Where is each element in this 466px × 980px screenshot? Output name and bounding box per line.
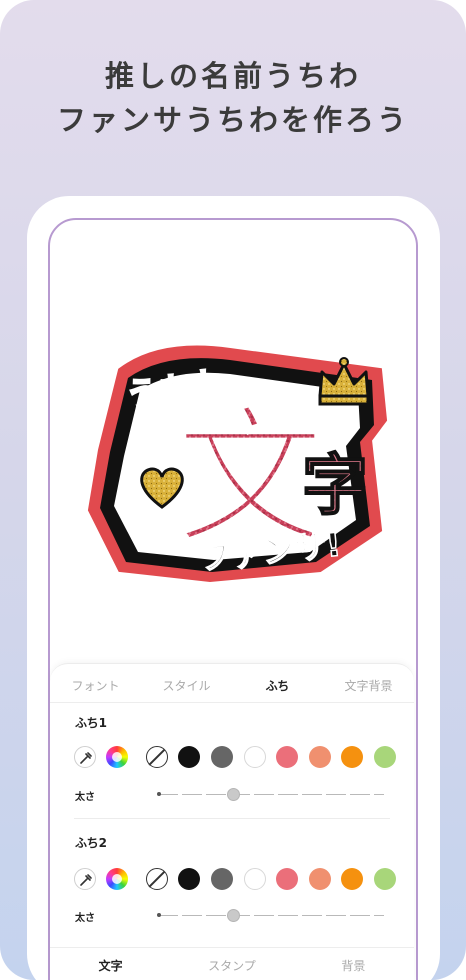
- swatch-white[interactable]: [244, 868, 266, 890]
- slider-thumb[interactable]: [227, 909, 240, 922]
- swatch-lime[interactable]: [374, 868, 396, 890]
- swatch-gray[interactable]: [211, 746, 233, 768]
- border1-size-slider[interactable]: [157, 788, 384, 802]
- tab-border[interactable]: ふち: [232, 664, 323, 706]
- nav-background[interactable]: 背景: [293, 948, 414, 980]
- edit-panel: フォント スタイル ふち 文字背景 ふち1 太さ ふち2 太さ 文字 スタンプ …: [50, 663, 414, 980]
- tabs-divider: [50, 702, 414, 703]
- color-wheel-icon[interactable]: [106, 868, 128, 890]
- swatch-orange[interactable]: [341, 868, 363, 890]
- headline-line-2: ファンサうちわを作ろう: [56, 103, 409, 137]
- border2-size-slider[interactable]: [157, 909, 384, 923]
- swatch-white[interactable]: [244, 746, 266, 768]
- swatch-orange[interactable]: [341, 746, 363, 768]
- headline-line-1: 推しの名前うちわ: [104, 59, 361, 93]
- color-wheel-icon[interactable]: [106, 746, 128, 768]
- swatch-pink[interactable]: [276, 746, 298, 768]
- uchiwa-preview[interactable]: うちわ 文 字 ファンサ!: [80, 330, 400, 610]
- border2-swatches: [74, 868, 404, 894]
- tab-style[interactable]: スタイル: [141, 664, 232, 706]
- swatch-none[interactable]: [146, 868, 168, 890]
- border2-size-label: 太さ: [75, 913, 95, 924]
- swatch-black[interactable]: [178, 746, 200, 768]
- border2-label: ふち2: [75, 836, 107, 850]
- border1-label: ふち1: [75, 716, 107, 730]
- slider-track: [158, 915, 384, 916]
- swatch-none[interactable]: [146, 746, 168, 768]
- bottom-nav: 文字 スタンプ 背景: [50, 947, 414, 980]
- border1-swatches: [74, 746, 404, 772]
- swatch-gray[interactable]: [211, 868, 233, 890]
- eyedropper-icon[interactable]: [74, 746, 96, 768]
- nav-stamp[interactable]: スタンプ: [171, 948, 292, 980]
- app-store-frame: 推しの名前うちわ ファンサうちわを作ろう うちわ 文 字 ファンサ! フォント …: [0, 0, 466, 980]
- tab-font[interactable]: フォント: [50, 664, 141, 706]
- swatch-lime[interactable]: [374, 746, 396, 768]
- slider-start-dot: [157, 913, 161, 917]
- preview-text-side: 字: [302, 447, 368, 524]
- slider-track: [158, 794, 384, 795]
- promo-headline: 推しの名前うちわ ファンサうちわを作ろう: [0, 54, 466, 142]
- swatch-salmon[interactable]: [309, 746, 331, 768]
- swatch-pink[interactable]: [276, 868, 298, 890]
- slider-thumb[interactable]: [227, 788, 240, 801]
- swatch-salmon[interactable]: [309, 868, 331, 890]
- eyedropper-icon[interactable]: [74, 868, 96, 890]
- section-divider: [74, 818, 390, 819]
- tab-text-background[interactable]: 文字背景: [323, 664, 414, 706]
- nav-text[interactable]: 文字: [50, 948, 171, 980]
- swatch-black[interactable]: [178, 868, 200, 890]
- slider-start-dot: [157, 792, 161, 796]
- style-tabs: フォント スタイル ふち 文字背景: [50, 664, 414, 706]
- border1-size-label: 太さ: [75, 792, 95, 803]
